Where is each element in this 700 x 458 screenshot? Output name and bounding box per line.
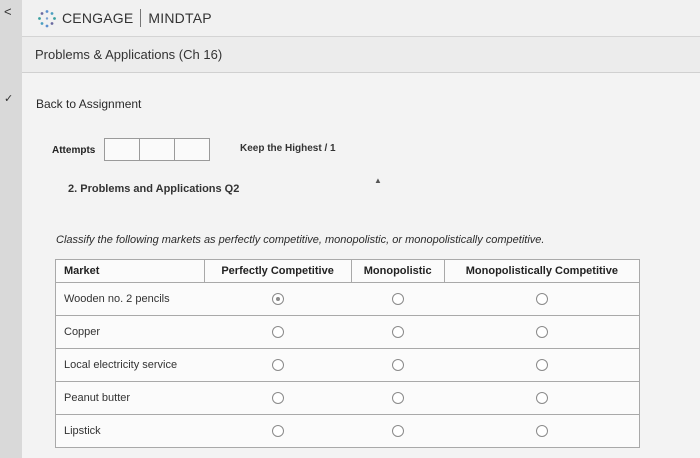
collapse-chevron-icon[interactable]: < xyxy=(4,4,12,19)
brand-wordmark: CENGAGE MINDTAP xyxy=(62,9,212,27)
brand-name: CENGAGE xyxy=(62,10,134,26)
radio-perfectly-competitive[interactable] xyxy=(271,326,284,339)
radio-monopolistically-competitive[interactable] xyxy=(535,425,548,438)
radio-monopolistically-competitive[interactable] xyxy=(535,359,548,372)
attempt-box xyxy=(104,138,140,161)
scoring-policy-label: Keep the Highest / 1 xyxy=(240,143,336,154)
page-title-bar: Problems & Applications (Ch 16) xyxy=(22,37,700,73)
radio-monopolistically-competitive[interactable] xyxy=(535,392,548,405)
market-name: Peanut butter xyxy=(55,381,204,415)
attempts-label: Attempts xyxy=(52,145,96,156)
market-name: Lipstick xyxy=(55,414,204,448)
radio-monopolistic[interactable] xyxy=(391,359,404,372)
question-instructions: Classify the following markets as perfec… xyxy=(56,234,545,246)
column-header-monopolistic: Monopolistic xyxy=(350,259,445,283)
radio-monopolistic[interactable] xyxy=(391,293,404,306)
market-name: Wooden no. 2 pencils xyxy=(55,282,204,316)
page-title: Problems & Applications (Ch 16) xyxy=(35,47,223,62)
radio-monopolistically-competitive[interactable] xyxy=(535,293,548,306)
radio-monopolistically-competitive[interactable] xyxy=(535,326,548,339)
radio-monopolistic[interactable] xyxy=(391,425,404,438)
column-header-monopolistically-competitive: Monopolistically Competitive xyxy=(443,259,641,283)
market-name: Local electricity service xyxy=(55,348,204,382)
column-header-perfectly-competitive: Perfectly Competitive xyxy=(203,259,352,283)
checkmark-icon: ✓ xyxy=(4,93,14,105)
table-row: Lipstick xyxy=(55,414,641,448)
market-name: Copper xyxy=(55,315,204,349)
radio-perfectly-competitive[interactable] xyxy=(271,425,284,438)
table-row: Local electricity service xyxy=(55,348,641,382)
table-row: Copper xyxy=(55,315,641,349)
brand-divider xyxy=(140,9,142,27)
back-to-assignment-link[interactable]: Back to Assignment xyxy=(36,97,141,111)
radio-monopolistic[interactable] xyxy=(391,326,404,339)
product-name: MINDTAP xyxy=(148,10,212,26)
radio-monopolistic[interactable] xyxy=(391,392,404,405)
attempts-indicator xyxy=(104,138,210,161)
attempt-box xyxy=(139,138,175,161)
cengage-logo-icon xyxy=(38,10,56,28)
column-header-market: Market xyxy=(55,259,205,283)
assignment-content: Back to Assignment Attempts Keep the Hig… xyxy=(22,73,700,458)
classification-table: Market Perfectly Competitive Monopolisti… xyxy=(55,259,641,448)
radio-perfectly-competitive[interactable] xyxy=(271,293,284,306)
question-heading: 2. Problems and Applications Q2 xyxy=(68,183,240,195)
radio-perfectly-competitive[interactable] xyxy=(271,359,284,372)
radio-perfectly-competitive[interactable] xyxy=(271,392,284,405)
table-row: Wooden no. 2 pencils xyxy=(55,282,641,316)
caret-up-icon: ▲ xyxy=(374,176,382,185)
left-sidebar: < ✓ xyxy=(0,0,23,458)
app-header: CENGAGE MINDTAP xyxy=(22,0,700,37)
attempt-box xyxy=(174,138,210,161)
table-row: Peanut butter xyxy=(55,381,641,415)
table-header-row: Market Perfectly Competitive Monopolisti… xyxy=(55,259,641,283)
